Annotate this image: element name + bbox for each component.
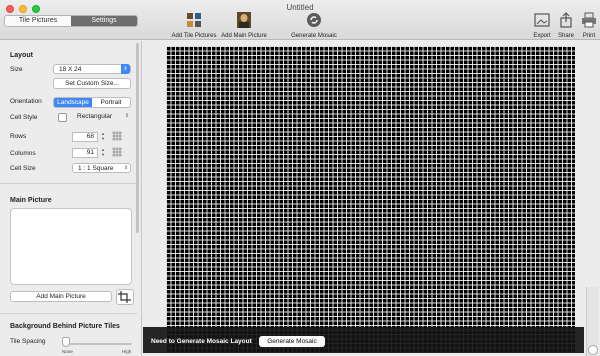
main-picture-section-title: Main Picture xyxy=(10,197,52,204)
generate-mosaic-button[interactable]: Generate Mosaic xyxy=(259,336,325,347)
columns-grid-icon xyxy=(112,147,122,157)
sidebar-tab-switcher: Tile Pictures Settings xyxy=(4,15,138,27)
tile-spacing-max-label: High xyxy=(122,349,132,354)
sidebar-scrollbar[interactable] xyxy=(136,43,139,233)
crop-button[interactable] xyxy=(116,289,134,305)
add-tile-pictures-button[interactable]: Add Tile Pictures xyxy=(170,12,218,39)
tile-spacing-min-label: None xyxy=(62,349,73,354)
orientation-segmented-control: Landscape Portrait xyxy=(53,97,131,108)
size-select[interactable]: 18 X 24 ⇕ xyxy=(53,64,131,74)
orientation-label: Orientation xyxy=(10,98,42,105)
rows-label: Rows xyxy=(10,133,27,140)
columns-field[interactable]: 91 xyxy=(72,148,98,158)
portrait-picture-icon xyxy=(237,12,251,28)
tab-settings[interactable]: Settings xyxy=(71,16,137,26)
main-picture-drop-well[interactable] xyxy=(10,208,132,285)
zoom-scrollbar[interactable] xyxy=(586,287,598,356)
print-button[interactable]: Print xyxy=(580,12,598,39)
crop-icon xyxy=(118,291,131,303)
orientation-portrait[interactable]: Portrait xyxy=(92,98,130,107)
printer-icon xyxy=(582,12,596,28)
zoom-knob[interactable] xyxy=(588,345,598,355)
add-main-picture-button[interactable]: Add Main Picture xyxy=(219,12,269,39)
layout-section-title: Layout xyxy=(10,52,33,59)
size-value: 18 X 24 xyxy=(59,66,82,73)
cell-style-label: Cell Style xyxy=(10,114,38,121)
share-icon xyxy=(560,12,572,28)
cell-size-value: 1 : 1 Square xyxy=(78,165,114,172)
export-image-icon xyxy=(534,13,550,27)
cell-style-select[interactable]: Rectangular ⇕ xyxy=(72,112,131,122)
columns-label: Columns xyxy=(10,150,36,157)
chevron-updown-icon: ⇕ xyxy=(121,64,130,74)
tile-spacing-slider-knob[interactable] xyxy=(62,337,70,347)
cell-style-swatch-checkbox[interactable] xyxy=(58,113,67,122)
window-title: Untitled xyxy=(286,3,314,12)
mosaic-grid-preview[interactable] xyxy=(166,46,575,352)
notice-text: Need to Generate Mosaic Layout xyxy=(151,338,252,345)
generate-refresh-icon xyxy=(307,13,321,27)
add-main-picture-sidebar-button[interactable]: Add Main Picture xyxy=(10,291,112,302)
chevron-updown-icon: ⇕ xyxy=(123,165,128,171)
tab-tile-pictures[interactable]: Tile Pictures xyxy=(5,16,71,26)
title-bar: Untitled Tile Pictures Settings Add Tile… xyxy=(0,0,600,40)
export-button[interactable]: Export xyxy=(532,12,552,39)
columns-stepper[interactable]: ▲ ▼ xyxy=(100,147,106,158)
generate-mosaic-toolbar-button[interactable]: Generate Mosaic xyxy=(288,12,340,39)
orientation-landscape[interactable]: Landscape xyxy=(54,98,92,107)
set-custom-size-button[interactable]: Set Custom Size... xyxy=(53,78,131,89)
rows-grid-icon xyxy=(112,131,122,141)
add-main-picture-label: Add Main Picture xyxy=(221,33,267,39)
section-divider xyxy=(0,313,137,314)
tile-grid-icon xyxy=(187,13,201,27)
section-divider xyxy=(0,183,137,184)
generate-notice-bar: Need to Generate Mosaic Layout Generate … xyxy=(143,327,584,353)
rows-stepper[interactable]: ▲ ▼ xyxy=(100,131,106,142)
export-label: Export xyxy=(533,33,551,39)
cell-style-value: Rectangular xyxy=(77,113,113,120)
size-label: Size xyxy=(10,66,23,73)
background-section-title: Background Behind Picture Tiles xyxy=(10,323,120,330)
settings-sidebar: Layout Size 18 X 24 ⇕ Set Custom Size...… xyxy=(0,41,142,356)
tile-spacing-slider-track[interactable] xyxy=(62,343,132,345)
print-label: Print xyxy=(582,33,596,39)
cell-size-label: Cell Size xyxy=(10,165,36,172)
tile-spacing-label: Tile Spacing xyxy=(10,338,46,345)
rows-field[interactable]: 68 xyxy=(72,132,98,142)
chevron-updown-icon: ⇕ xyxy=(124,113,129,119)
add-tile-pictures-label: Add Tile Pictures xyxy=(171,33,217,39)
share-label: Share xyxy=(557,33,574,39)
mosaic-canvas-area: Need to Generate Mosaic Layout Generate … xyxy=(143,41,600,356)
generate-mosaic-label: Generate Mosaic xyxy=(291,33,337,39)
cell-size-select[interactable]: 1 : 1 Square ⇕ xyxy=(72,163,131,173)
share-button[interactable]: Share xyxy=(556,12,576,39)
